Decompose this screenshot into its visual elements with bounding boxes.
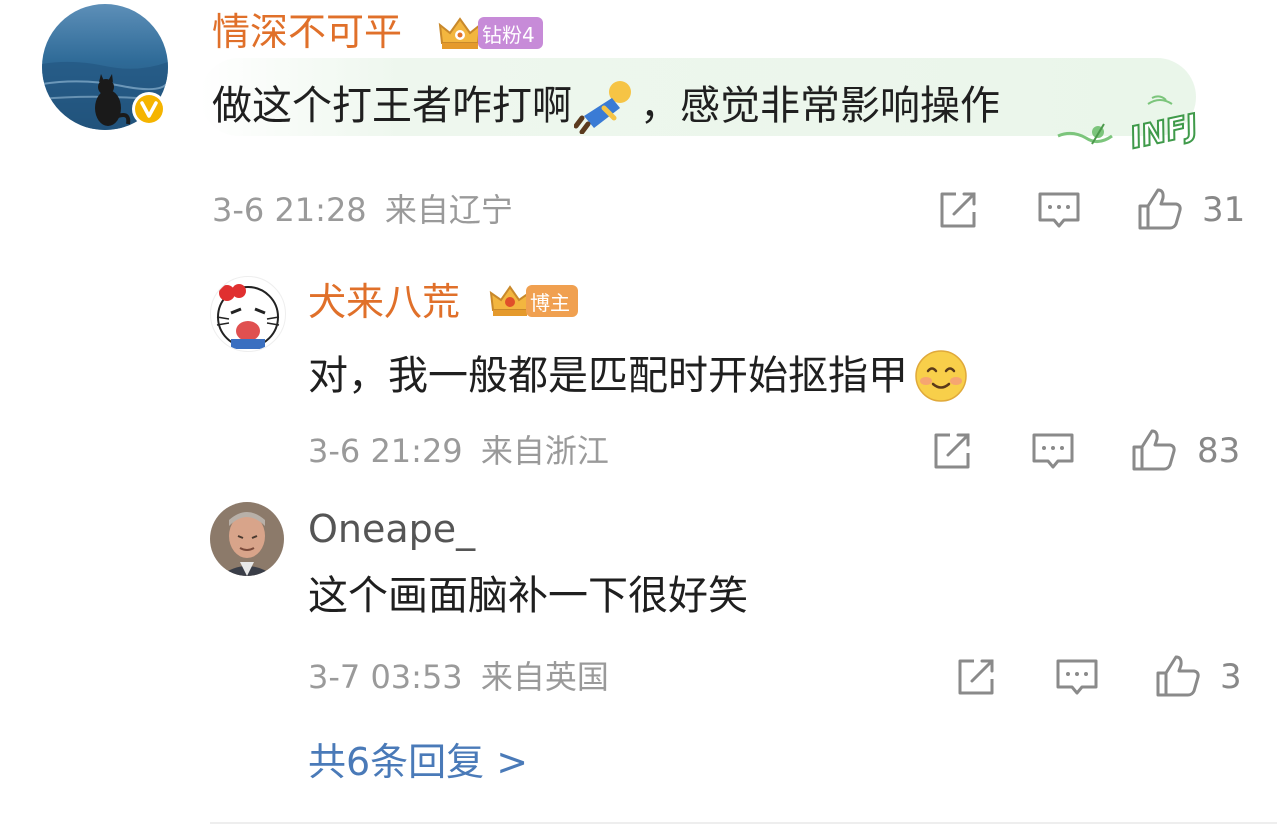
blogger-badge[interactable]: 博主 bbox=[488, 282, 578, 320]
comment-author[interactable]: 情深不可平 bbox=[212, 13, 402, 51]
infj-decoration: INFJ bbox=[1052, 92, 1212, 160]
like-icon[interactable] bbox=[1154, 653, 1202, 699]
lying-person-emoji-icon bbox=[573, 78, 638, 135]
like-count: 31 bbox=[1202, 190, 1246, 230]
comment-icon[interactable] bbox=[1036, 188, 1082, 232]
like-icon[interactable] bbox=[1130, 427, 1178, 473]
share-icon[interactable] bbox=[936, 188, 980, 232]
comment-text: 对，我一般都是匹配时开始抠指甲 bbox=[308, 349, 968, 403]
share-icon[interactable] bbox=[954, 655, 998, 699]
avatar[interactable] bbox=[210, 502, 284, 576]
comment-meta: 3-6 21:29 来自浙江 bbox=[308, 432, 609, 470]
comment-meta: 3-6 21:28 来自辽宁 bbox=[212, 191, 513, 229]
comment-author[interactable]: Oneape_ bbox=[308, 510, 475, 548]
verified-badge-icon bbox=[131, 91, 167, 127]
fan-level-badge[interactable]: 钻粉4 bbox=[436, 13, 543, 53]
divider bbox=[210, 822, 1277, 824]
comment-icon[interactable] bbox=[1054, 655, 1100, 699]
share-icon[interactable] bbox=[930, 429, 974, 473]
comment-icon[interactable] bbox=[1030, 429, 1076, 473]
comment-text: 这个画面脑补一下很好笑 bbox=[308, 573, 748, 619]
view-all-replies-link[interactable]: 共6条回复 > bbox=[308, 743, 528, 781]
smile-emoji-icon bbox=[914, 349, 968, 403]
comment-author[interactable]: 犬来八荒 bbox=[308, 283, 460, 321]
svg-text:INFJ: INFJ bbox=[1127, 108, 1201, 156]
comment-text: 做这个打王者咋打啊 ，感觉非常影响操作 bbox=[212, 78, 1000, 135]
avatar[interactable] bbox=[210, 276, 286, 352]
comment-meta: 3-7 03:53 来自英国 bbox=[308, 658, 609, 696]
like-count: 83 bbox=[1197, 431, 1241, 471]
like-icon[interactable] bbox=[1136, 186, 1184, 232]
like-count: 3 bbox=[1220, 657, 1242, 697]
crown-icon bbox=[436, 13, 484, 53]
